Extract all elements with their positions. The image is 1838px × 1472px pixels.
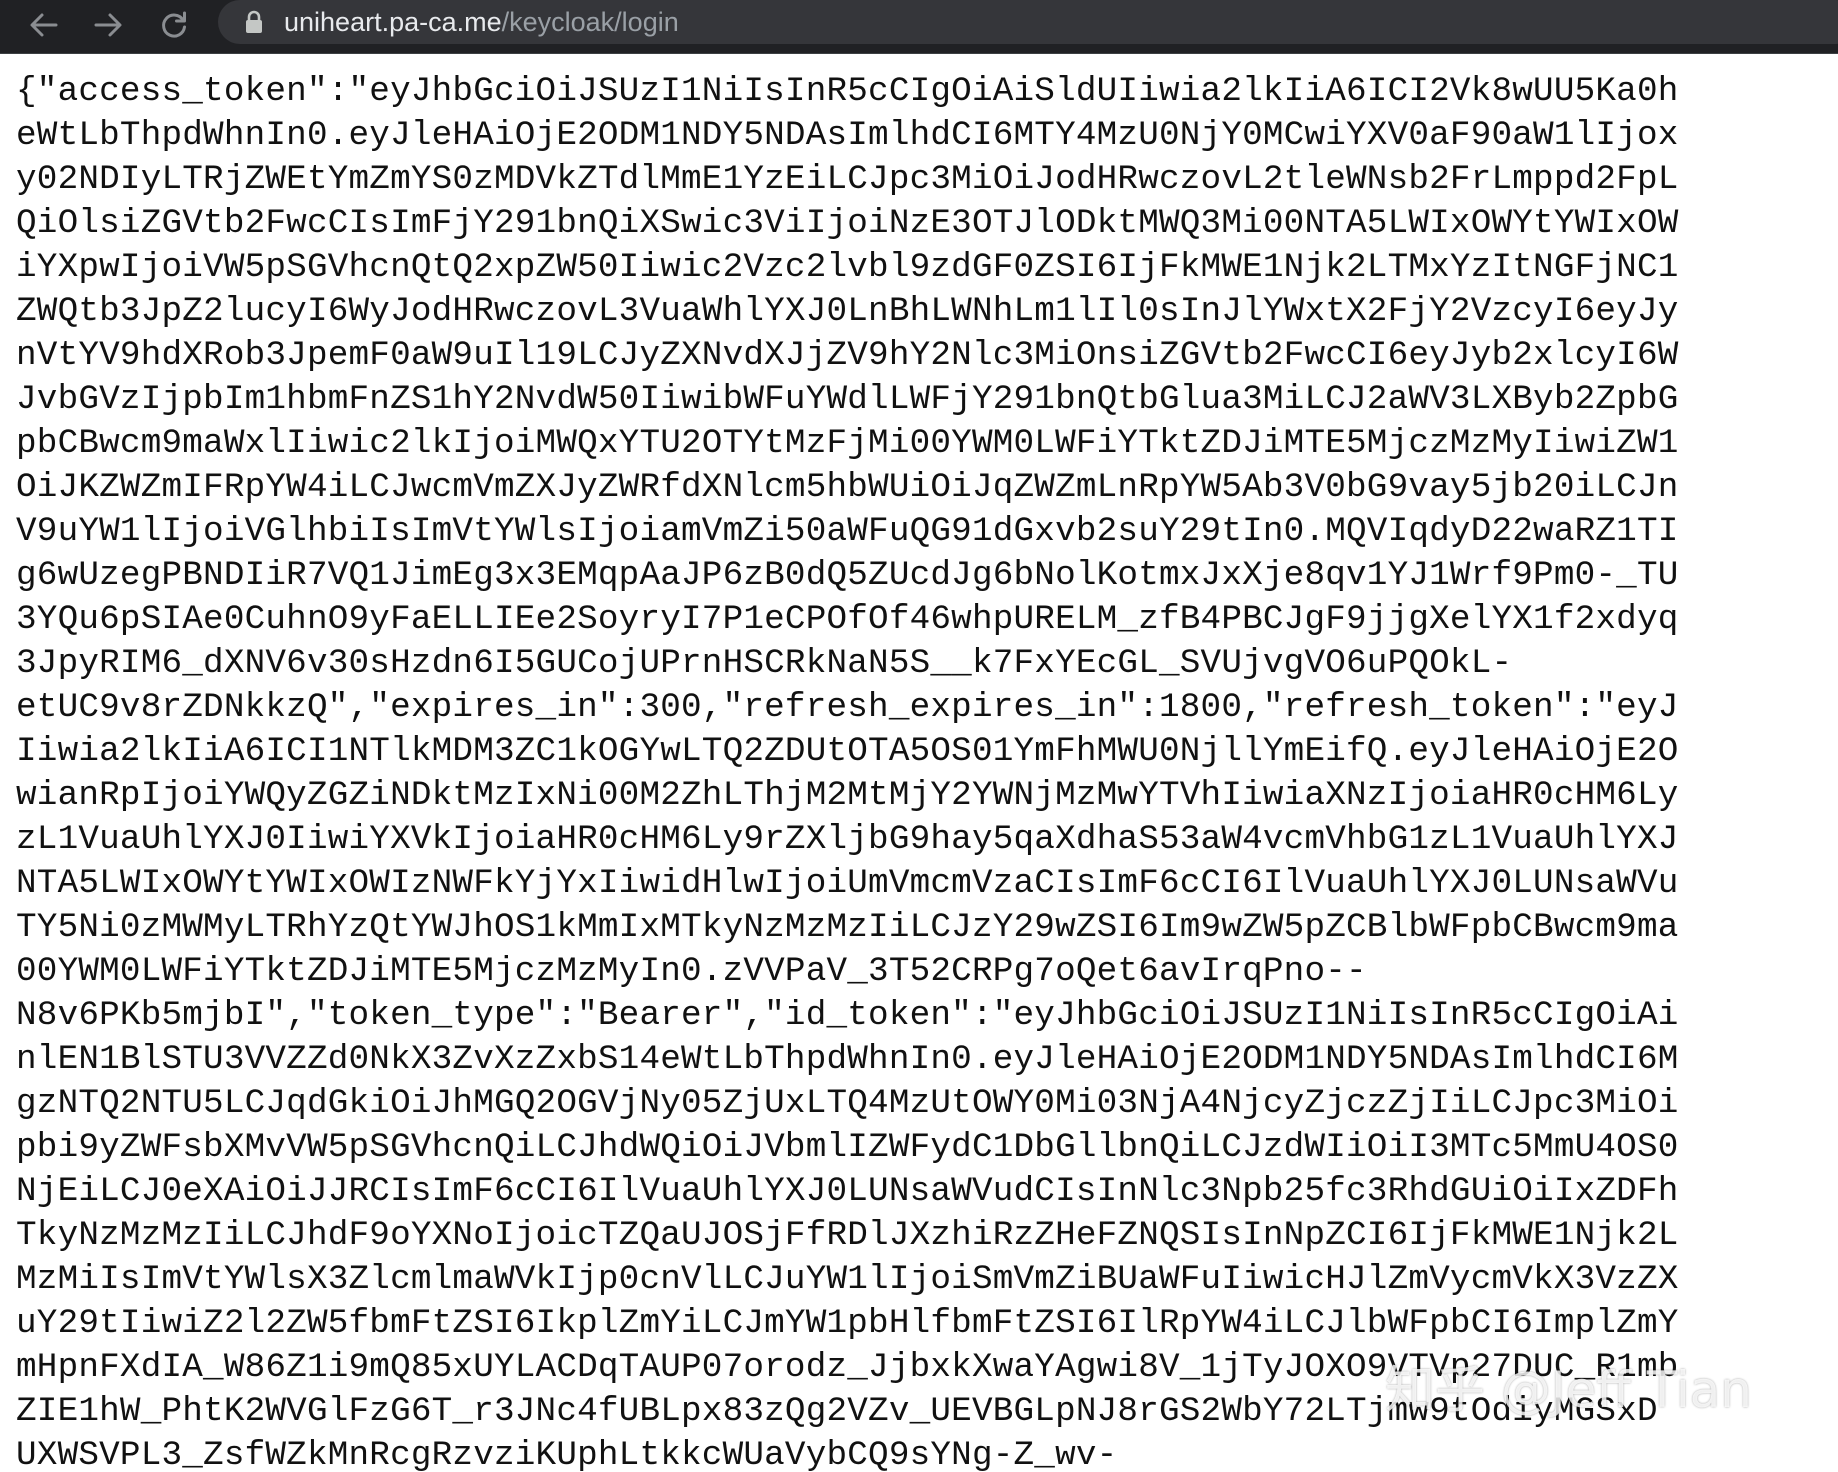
arrow-left-icon [30, 13, 58, 37]
json-text-line: gzNTQ2NTU5LCJqdGkiOiJhMGQ2OGVjNy05ZjUxLT… [16, 1084, 1679, 1123]
json-text-line: mHpnFXdIA_W86Z1i9mQ85xUYLACDqTAUP07orodz… [16, 1348, 1679, 1387]
json-text-line: ZWQtb3JpZ2lucyI6WyJodHRwczovL3VuaWhlYXJ0… [16, 292, 1679, 331]
json-text-line: g6wUzegPBNDIiR7VQ1JimEg3x3EMqpAaJP6zB0dQ… [16, 556, 1679, 595]
json-text-line: pbCBwcm9maWxlIiwic2lkIjoiMWQxYTU2OTYtMzF… [16, 424, 1679, 463]
json-text-line: QiOlsiZGVtb2FwcCIsImFjY291bnQiXSwic3ViIj… [16, 204, 1679, 243]
url-host: uniheart.pa-ca.me [284, 7, 502, 37]
back-button[interactable] [20, 2, 68, 48]
json-text-line: zL1VuaUhlYXJ0IiwiYXVkIjoiaHR0cHM6Ly9rZXl… [16, 820, 1679, 859]
json-text-line: 3JpyRIM6_dXNV6v30sHzdn6I5GUCojUPrnHSCRkN… [16, 644, 1513, 683]
json-text-line: y02NDIyLTRjZWEtYmZmYS0zMDVkZTdlMmE1YzEiL… [16, 160, 1679, 199]
json-text-line: NjEiLCJ0eXAiOiJJRCIsImF6cCI6IlVuaUhlYXJ0… [16, 1172, 1679, 1211]
json-text-line: nVtYV9hdXRob3JpemF0aW9uIl19LCJyZXNvdXJjZ… [16, 336, 1679, 375]
json-text-line: OiJKZWZmIFRpYW4iLCJwcmVmZXJyZWRfdXNlcm5h… [16, 468, 1679, 507]
browser-toolbar: uniheart.pa-ca.me/keycloak/login [0, 0, 1838, 54]
reload-icon [162, 11, 186, 38]
json-text-line: eWtLbThpdWhnIn0.eyJleHAiOjE2ODM1NDY5NDAs… [16, 116, 1679, 155]
json-text-line: JvbGVzIjpbIm1hbmFnZS1hY2NvdW50IiwibWFuYW… [16, 380, 1679, 419]
address-bar[interactable]: uniheart.pa-ca.me/keycloak/login [218, 0, 1838, 44]
url-text[interactable]: uniheart.pa-ca.me/keycloak/login [284, 7, 679, 37]
json-text-line: N8v6PKb5mjbI","token_type":"Bearer","id_… [16, 996, 1679, 1035]
json-text-line: iYXpwIjoiVW5pSGVhcnQtQ2xpZW50Iiwic2Vzc2l… [16, 248, 1679, 287]
json-text-line: ZIE1hW_PhtK2WVGlFzG6T_r3JNc4fUBLpx83zQg2… [16, 1392, 1658, 1431]
json-text-line: NTA5LWIxOWYtYWIxOWIzNWFkYjYxIiwidHlwIjoi… [16, 864, 1679, 903]
json-text-line: wianRpIjoiYWQyZGZiNDktMzIxNi00M2ZhLThjM2… [16, 776, 1679, 815]
json-text-line: UXWSVPL3_ZsfWZkMnRcgRzvziKUphLtkkcWUaVyb… [16, 1436, 1118, 1472]
json-response-body: {"access_token":"eyJhbGciOiJSUzI1NiIsInR… [16, 70, 1838, 1472]
json-text-line: TkyNzMzMzIiLCJhdF9oYXNoIjoicTZQaUJOSjFfR… [16, 1216, 1679, 1255]
json-text-line: {"access_token":"eyJhbGciOiJSUzI1NiIsInR… [16, 72, 1679, 111]
json-text-line: 3YQu6pSIAe0CuhnO9yFaELLIEe2SoyryI7P1eCPO… [16, 600, 1679, 639]
json-text-line: Iiwia2lkIiA6ICI1NTlkMDM3ZC1kOGYwLTQ2ZDUt… [16, 732, 1679, 771]
reload-button[interactable] [150, 2, 198, 48]
json-text-line: uY29tIiwiZ2l2ZW5fbmFtZSI6IkplZmYiLCJmYW1… [16, 1304, 1679, 1343]
json-text-line: V9uYW1lIjoiVGlhbiIsImVtYWlsIjoiamVmZi50a… [16, 512, 1679, 551]
json-text-line: pbi9yZWFsbXMvVW5pSGVhcnQiLCJhdWQiOiJVbml… [16, 1128, 1679, 1167]
url-path: /keycloak/login [501, 7, 679, 37]
lock-icon[interactable] [244, 10, 264, 34]
json-text-line: TY5Ni0zMWMyLTRhYzQtYWJhOS1kMmIxMTkyNzMzM… [16, 908, 1679, 947]
json-text-line: 00YWM0LWFiYTktZDJiMTE5MjczMzMyIn0.zVVPaV… [16, 952, 1367, 991]
arrow-right-icon [94, 13, 122, 37]
json-text-line: nlEN1BlSTU3VVZZd0NkX3ZvXzZxbS14eWtLbThpd… [16, 1040, 1679, 1079]
json-text-line: etUC9v8rZDNkkzQ","expires_in":300,"refre… [16, 688, 1679, 727]
json-text-line: MzMiIsImVtYWlsX3ZlcmlmaWVkIjp0cnVlLCJuYW… [16, 1260, 1679, 1299]
forward-button[interactable] [84, 2, 132, 48]
